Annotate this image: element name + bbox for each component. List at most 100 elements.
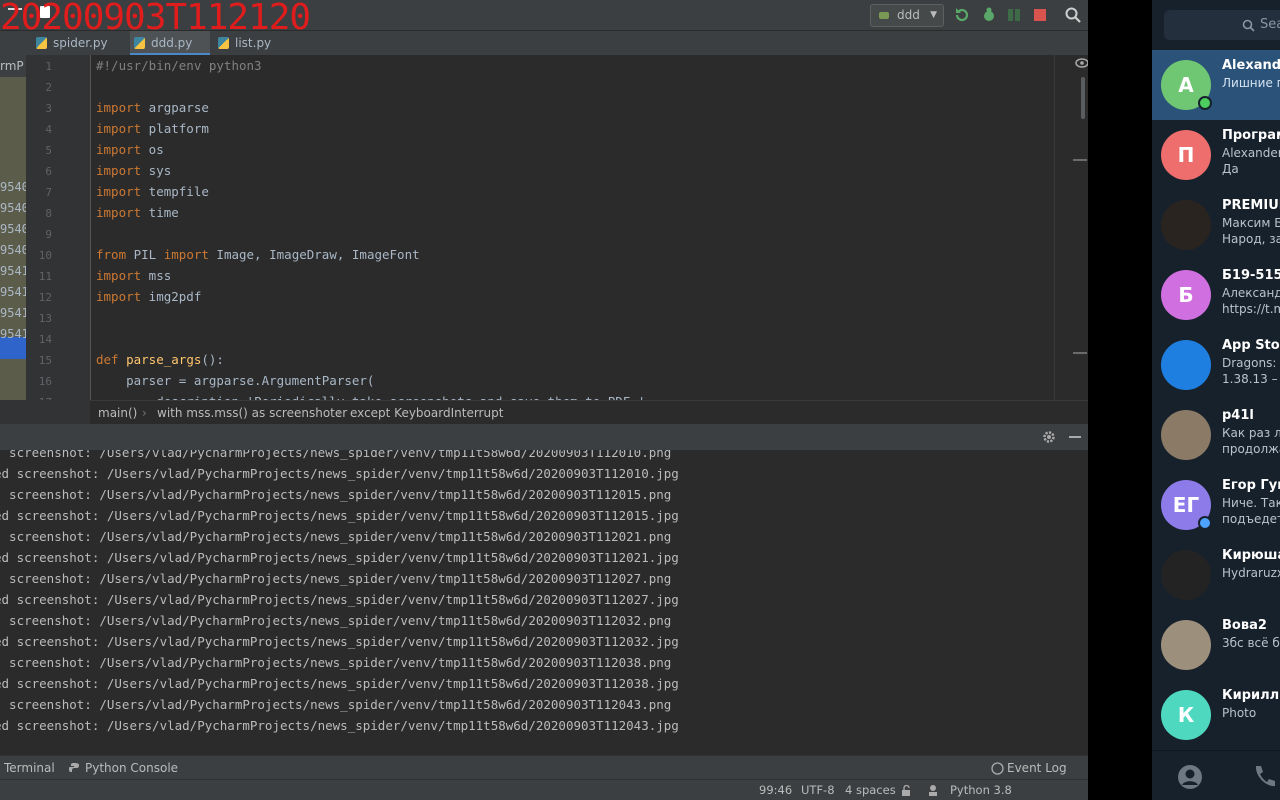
line-number: 12 bbox=[38, 291, 52, 304]
eye-icon[interactable] bbox=[1075, 58, 1088, 68]
avatar: К bbox=[1161, 690, 1211, 740]
project-tree-item[interactable]: 9540 bbox=[0, 222, 26, 236]
project-tree-item[interactable]: 9540 bbox=[0, 243, 26, 257]
code-line[interactable]: import time bbox=[96, 205, 179, 220]
code-token: import bbox=[96, 205, 142, 220]
chat-list-item[interactable]: PREMIUM Максим Б Народ, за bbox=[1152, 190, 1280, 260]
code-line[interactable]: from PIL import Image, ImageDraw, ImageF… bbox=[96, 247, 420, 262]
code-line[interactable]: import mss bbox=[96, 268, 171, 283]
tool-window-bar: Terminal Python Console Event Log bbox=[0, 755, 1088, 780]
code-line[interactable]: def parse_args(): bbox=[96, 352, 224, 367]
status-bar: 99:46 UTF-8 4 spaces Python 3.8 (news_sp… bbox=[0, 779, 1088, 800]
python-console-button[interactable]: Python Console bbox=[85, 756, 178, 780]
chat-name: Б19-515 bbox=[1222, 268, 1280, 283]
code-token: (): bbox=[201, 352, 224, 367]
background-gap bbox=[1088, 0, 1152, 800]
debug-icon[interactable] bbox=[980, 6, 998, 24]
code-line[interactable]: import img2pdf bbox=[96, 289, 201, 304]
line-number: 3 bbox=[45, 102, 52, 115]
chat-preview: Александ bbox=[1222, 286, 1280, 300]
inspector-icon[interactable] bbox=[927, 784, 939, 797]
project-panel[interactable]: rmP 9540 9540 9540 9540 9541 9541 9541 9541 bbox=[0, 55, 26, 423]
code-token: import bbox=[96, 289, 142, 304]
chat-list-item[interactable]: П Програм Alexander Да bbox=[1152, 120, 1280, 190]
scroll-marker bbox=[1073, 352, 1087, 354]
run-configuration-select[interactable]: ddd ▼ bbox=[870, 4, 944, 27]
scrollbar-thumb[interactable] bbox=[1081, 77, 1085, 119]
gear-icon[interactable] bbox=[1042, 430, 1056, 444]
chat-preview: Hydraruzx bbox=[1222, 566, 1280, 580]
code-line[interactable]: #!/usr/bin/env python3 bbox=[96, 58, 262, 73]
code-line[interactable]: import sys bbox=[96, 163, 171, 178]
run-console[interactable]: screenshot: /Users/vlad/PycharmProjects/… bbox=[0, 450, 1088, 755]
chat-list-item[interactable]: Вова2 3бс всё б bbox=[1152, 610, 1280, 680]
breadcrumb-item[interactable]: with mss.mss() as screenshoter bbox=[157, 401, 347, 425]
search-icon[interactable] bbox=[1064, 6, 1082, 24]
chat-preview: Alexander bbox=[1222, 146, 1280, 160]
console-output-line: screenshot: /Users/vlad/PycharmProjects/… bbox=[0, 655, 672, 670]
code-line[interactable]: import platform bbox=[96, 121, 209, 136]
indent-setting[interactable]: 4 spaces bbox=[845, 780, 896, 800]
code-token: parse_args bbox=[126, 352, 202, 367]
project-tree-item[interactable]: 9541 bbox=[0, 327, 26, 341]
chat-name: Егор Гук bbox=[1222, 478, 1280, 493]
breadcrumb-item[interactable]: except KeyboardInterrupt bbox=[350, 401, 503, 425]
chat-preview-second-line: 1.38.13 – bbox=[1222, 372, 1278, 386]
chat-name: Кирилл К bbox=[1222, 688, 1280, 703]
code-line[interactable]: import os bbox=[96, 142, 164, 157]
terminal-button[interactable]: Terminal bbox=[4, 756, 55, 780]
phone-icon[interactable] bbox=[1252, 764, 1276, 790]
caret-position[interactable]: 99:46 bbox=[759, 780, 792, 800]
chat-name: Програм bbox=[1222, 128, 1280, 143]
code-token: sys bbox=[141, 163, 172, 178]
chevron-down-icon: ▼ bbox=[930, 10, 937, 20]
line-number: 15 bbox=[38, 354, 52, 367]
chat-name: Вова2 bbox=[1222, 618, 1267, 633]
breadcrumb-separator: › bbox=[337, 406, 342, 420]
chat-preview-second-line: подъедет bbox=[1222, 512, 1280, 526]
project-tree-item[interactable]: 9540 bbox=[0, 201, 26, 215]
code-line[interactable]: import argparse bbox=[96, 100, 209, 115]
line-number: 13 bbox=[38, 312, 52, 325]
profile-icon[interactable] bbox=[1177, 764, 1203, 790]
chat-preview: Максим Б bbox=[1222, 216, 1280, 230]
chat-list-item[interactable]: К Кирилл К Photo bbox=[1152, 680, 1280, 750]
code-token: PIL bbox=[126, 247, 164, 262]
chat-list-item[interactable]: p41l Как раз л продолжа bbox=[1152, 400, 1280, 470]
code-token: import bbox=[96, 121, 142, 136]
line-number: 9 bbox=[45, 228, 52, 241]
code-editor[interactable]: #!/usr/bin/env python3 import argparse imp… bbox=[90, 55, 1055, 409]
code-token: argparse bbox=[141, 100, 209, 115]
chat-preview-second-line: Да bbox=[1222, 162, 1239, 176]
editor-scrollbar[interactable] bbox=[1054, 55, 1088, 400]
minimize-icon[interactable] bbox=[1069, 436, 1081, 438]
code-token: def bbox=[96, 352, 119, 367]
python-file-icon bbox=[36, 37, 47, 49]
scroll-marker bbox=[1073, 159, 1087, 161]
stop-icon[interactable] bbox=[1031, 6, 1049, 24]
code-line[interactable]: import tempfile bbox=[96, 184, 209, 199]
python-interpreter[interactable]: Python 3.8 (news_spider) bbox=[950, 780, 1088, 800]
chat-name: Alexander bbox=[1222, 58, 1280, 73]
project-tree-item[interactable]: 9541 bbox=[0, 264, 26, 278]
chat-list-item[interactable]: Б Б19-515 Александ https://t.m bbox=[1152, 260, 1280, 330]
chat-list-item[interactable]: App Store Dragons: 1.38.13 – bbox=[1152, 330, 1280, 400]
chat-list-item[interactable]: ЕГ Егор Гук Ниче. Так подъедет bbox=[1152, 470, 1280, 540]
chat-preview: Как раз л bbox=[1222, 426, 1280, 440]
file-encoding[interactable]: UTF-8 bbox=[801, 780, 835, 800]
rerun-icon[interactable] bbox=[953, 6, 971, 24]
tab-label: ddd.py bbox=[151, 36, 193, 50]
breadcrumb-item[interactable]: main() bbox=[98, 401, 137, 425]
project-tree-item[interactable]: 9541 bbox=[0, 285, 26, 299]
code-line[interactable]: parser = argparse.ArgumentParser( bbox=[96, 373, 374, 388]
project-tree-item[interactable]: 9541 bbox=[0, 306, 26, 320]
coverage-icon[interactable] bbox=[1005, 6, 1023, 24]
search-field[interactable]: Sea bbox=[1164, 10, 1280, 40]
event-log-button[interactable]: Event Log bbox=[1007, 756, 1067, 780]
chat-list-item[interactable]: Кирюша Hydraruzx bbox=[1152, 540, 1280, 610]
chat-list-item[interactable]: AAlexanderЛишние п bbox=[1152, 50, 1280, 120]
project-tree-item[interactable]: 9540 bbox=[0, 180, 26, 194]
chat-preview: Dragons: bbox=[1222, 356, 1277, 370]
unlock-icon[interactable] bbox=[901, 785, 912, 796]
